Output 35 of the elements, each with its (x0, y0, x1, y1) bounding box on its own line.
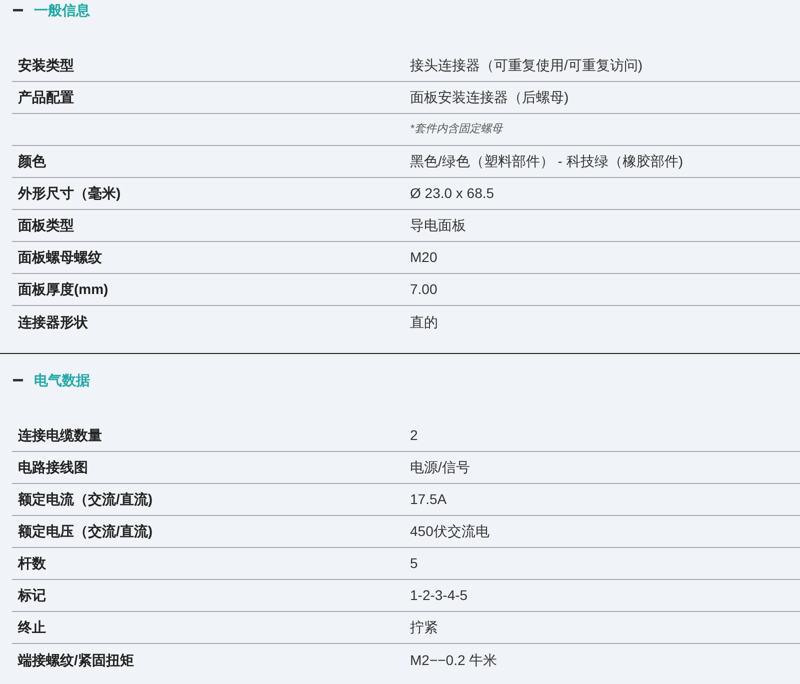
property-value: 1-2-3-4-5 (410, 586, 468, 605)
property-label: 连接器形状 (17, 312, 88, 332)
property-value: 黑色/绿色（塑料部件） - 科技绿（橡胶部件) (410, 152, 683, 171)
property-label: 额定电压（交流/直流) (16, 522, 153, 541)
property-value: 接头连接器（可重复使用/可重复访问) (410, 56, 643, 75)
property-value: M2−−0.2 牛米 (410, 650, 498, 670)
note-text: *套件内含固定螺母 (410, 122, 502, 138)
property-label: 面板类型 (17, 216, 74, 235)
property-value: 拧紧 (410, 618, 438, 637)
property-value: 导电面板 (410, 216, 466, 235)
property-value: 电源/信号 (410, 458, 470, 477)
property-value: 7.00 (410, 280, 438, 299)
property-label: 额定电流（交流/直流) (16, 490, 153, 509)
property-label: 产品配置 (17, 88, 74, 107)
property-label: 安装类型 (17, 56, 74, 75)
property-label: 标记 (16, 586, 46, 605)
property-value: 17.5A (410, 490, 447, 509)
section-title[interactable]: 一般信息 (34, 0, 90, 20)
property-label: 颜色 (16, 152, 46, 171)
property-value: 2 (410, 426, 418, 445)
property-value: Ø 23.0 x 68.5 (410, 184, 494, 203)
property-label: 连接电缆数量 (17, 426, 102, 445)
property-label: 终止 (16, 618, 46, 637)
property-value: M20 (410, 248, 438, 267)
property-label: 外形尺寸（毫米) (16, 184, 121, 203)
property-label: 面板螺母螺纹 (17, 248, 102, 267)
section-title[interactable]: 电气数据 (34, 370, 90, 390)
property-label: 面板厚度(mm) (17, 280, 108, 299)
property-label: 电路接线图 (17, 458, 88, 477)
property-label: 端接螺纹/紧固扭矩 (16, 650, 134, 670)
property-value: 450伏交流电 (410, 522, 490, 541)
property-label: 杆数 (16, 554, 46, 573)
property-value: 5 (410, 554, 418, 573)
property-value: 直的 (410, 312, 438, 332)
property-value: 面板安装连接器（后螺母) (410, 88, 569, 107)
